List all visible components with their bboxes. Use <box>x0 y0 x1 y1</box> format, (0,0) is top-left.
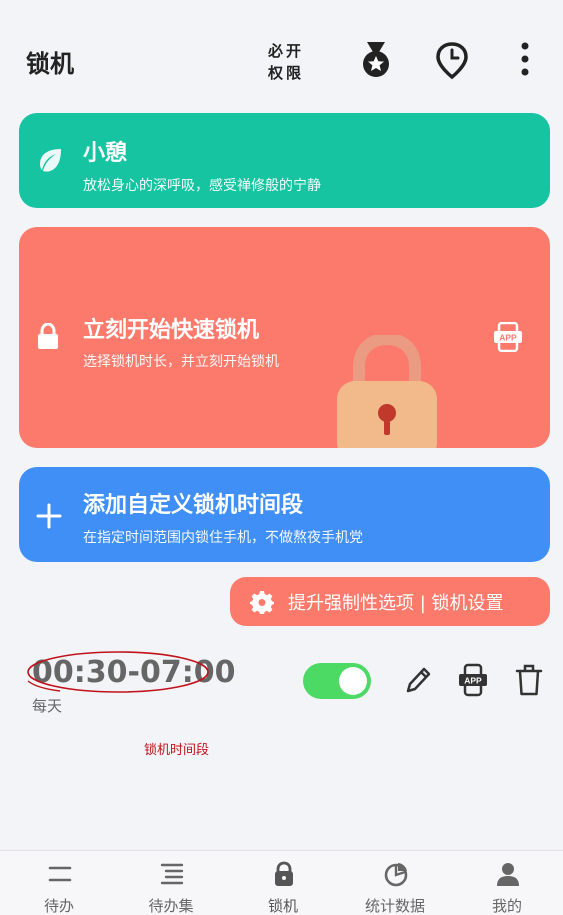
rest-card[interactable]: 小憩 放松身心的深呼吸，感受禅修般的宁静 <box>19 113 550 208</box>
nav-label: 统计数据 <box>364 897 425 915</box>
clock-icon[interactable] <box>434 40 470 80</box>
lock-icon <box>38 323 58 349</box>
header: 锁机 必开 权限 <box>0 0 563 110</box>
medal-icon[interactable] <box>358 40 394 80</box>
edit-icon[interactable] <box>403 663 433 697</box>
app-whitelist-icon[interactable]: APP <box>493 322 523 352</box>
page-title: 锁机 <box>26 50 74 78</box>
nav-item-lock[interactable]: 锁机 <box>227 851 339 915</box>
todo-list-icon <box>160 863 184 885</box>
svg-text:APP: APP <box>499 333 517 343</box>
nav-label: 待办 <box>43 897 74 915</box>
quick-lock-subtitle: 选择锁机时长，并立刻开始锁机 <box>83 354 279 370</box>
bottom-nav: 待办 待办集 锁机 统计数据 我的 <box>0 850 563 915</box>
nav-label: 待办集 <box>148 897 194 915</box>
nav-label: 我的 <box>491 897 522 915</box>
permission-line-1: 必开 <box>267 42 304 60</box>
schedule-enabled-toggle[interactable] <box>303 663 371 699</box>
required-permissions-button[interactable]: 必开 权限 <box>262 40 310 84</box>
lock-settings-button[interactable]: 提升强制性选项 | 锁机设置 <box>230 577 550 626</box>
plus-icon <box>36 503 62 529</box>
schedule-repeat: 每天 <box>32 697 63 715</box>
more-icon[interactable] <box>510 40 540 80</box>
permission-line-2: 权限 <box>267 64 304 82</box>
nav-item-todo-list[interactable]: 待办集 <box>115 851 227 915</box>
annotation-label: 锁机时间段 <box>144 743 210 758</box>
add-period-title: 添加自定义锁机时间段 <box>83 493 304 518</box>
rest-subtitle: 放松身心的深呼吸，感受禅修般的宁静 <box>83 178 321 194</box>
padlock-illustration <box>337 335 437 448</box>
lock-settings-label: 提升强制性选项 | 锁机设置 <box>288 592 504 614</box>
nav-item-stats[interactable]: 统计数据 <box>339 851 451 915</box>
quick-lock-title: 立刻开始快速锁机 <box>83 318 260 343</box>
gear-icon <box>250 590 274 614</box>
stats-icon <box>384 863 408 887</box>
add-period-subtitle: 在指定时间范围内锁住手机，不做熬夜手机党 <box>83 530 363 546</box>
add-period-card[interactable]: 添加自定义锁机时间段 在指定时间范围内锁住手机，不做熬夜手机党 <box>19 467 550 562</box>
trash-icon[interactable] <box>514 663 544 697</box>
profile-icon <box>497 863 519 886</box>
toggle-knob <box>339 667 367 695</box>
rest-title: 小憩 <box>83 141 128 166</box>
todo-icon <box>48 866 72 882</box>
app-whitelist-icon[interactable]: APP <box>458 663 488 697</box>
nav-item-todo[interactable]: 待办 <box>3 851 115 915</box>
handwritten-circle-annotation <box>27 651 209 693</box>
nav-item-profile[interactable]: 我的 <box>451 851 563 915</box>
svg-text:APP: APP <box>464 676 482 686</box>
lock-icon <box>275 861 293 886</box>
leaf-icon <box>40 149 61 172</box>
quick-lock-card[interactable]: 立刻开始快速锁机 选择锁机时长，并立刻开始锁机 APP <box>19 227 550 448</box>
nav-label: 锁机 <box>267 897 298 915</box>
